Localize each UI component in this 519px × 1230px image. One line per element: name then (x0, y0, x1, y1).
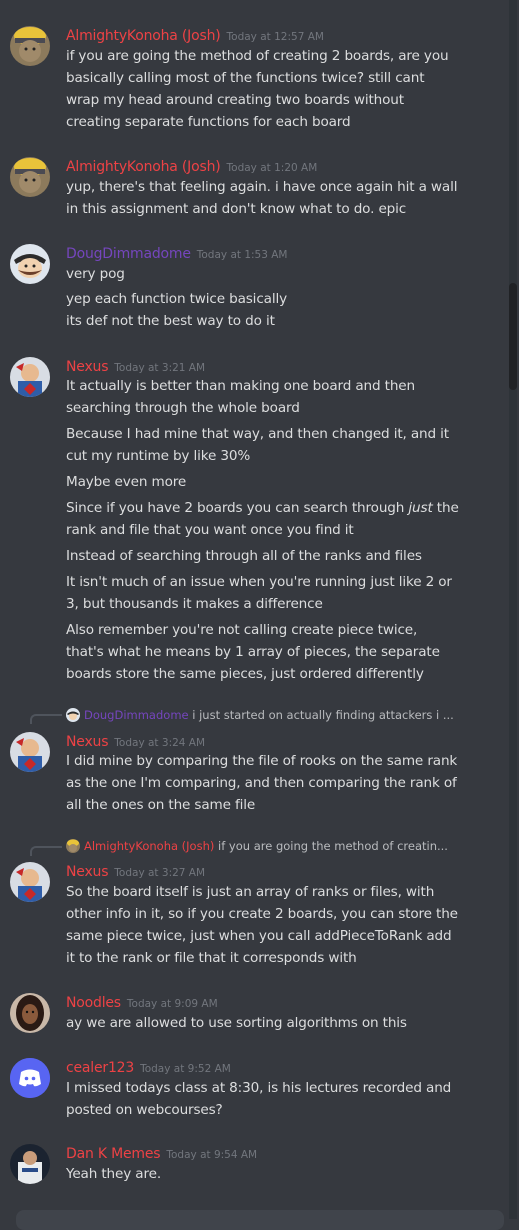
avatar[interactable] (10, 157, 50, 197)
avatar[interactable] (10, 1058, 50, 1098)
avatar[interactable] (10, 862, 50, 902)
reply-preview[interactable]: DougDimmadome i just started on actually… (66, 708, 454, 724)
discord-logo-icon (10, 1058, 50, 1098)
username[interactable]: Dan K Memes (66, 1146, 161, 1162)
scrollbar-track[interactable] (509, 0, 517, 1219)
avatar[interactable] (10, 26, 50, 66)
message-text: all the ones on the same file (66, 797, 256, 813)
message-header: cealer123 Today at 9:52 AM (66, 1057, 231, 1077)
message-text: posted on webcourses? (66, 1102, 223, 1118)
message-text: Instead of searching through all of the … (66, 548, 422, 564)
message-text: basically calling most of the functions … (66, 70, 425, 86)
message-text: rank and file that you want once you fin… (66, 522, 354, 538)
message-text: its def not the best way to do it (66, 313, 275, 329)
message-text: yup, there's that feeling again. i have … (66, 179, 458, 195)
message-text-part: Since if you have 2 boards you can searc… (66, 500, 409, 516)
timestamp: Today at 3:21 AM (114, 362, 206, 374)
username[interactable]: Nexus (66, 359, 108, 375)
message-text: It actually is better than making one bo… (66, 378, 415, 394)
reply-username[interactable]: AlmightyKonoha (Josh) (84, 839, 214, 853)
username[interactable]: AlmightyKonoha (Josh) (66, 28, 221, 44)
message-text: searching through the whole board (66, 400, 300, 416)
message-text: in this assignment and don't know what t… (66, 201, 407, 217)
timestamp: Today at 1:53 AM (196, 249, 288, 261)
reply-avatar (66, 839, 80, 853)
message-text-part: the (432, 500, 459, 516)
message-text: that's what he means by 1 array of piece… (66, 644, 440, 660)
scrollbar-thumb[interactable] (509, 283, 517, 390)
avatar[interactable] (10, 732, 50, 772)
message-header: AlmightyKonoha (Josh) Today at 12:57 AM (66, 25, 324, 45)
message-text: it to the rank or file that it correspon… (66, 950, 357, 966)
username[interactable]: cealer123 (66, 1060, 134, 1076)
timestamp: Today at 1:20 AM (226, 162, 318, 174)
username[interactable]: Nexus (66, 864, 108, 880)
timestamp: Today at 9:54 AM (166, 1149, 258, 1161)
message-text: cut my runtime by like 30% (66, 448, 251, 464)
message-header: AlmightyKonoha (Josh) Today at 1:20 AM (66, 156, 317, 176)
username[interactable]: DougDimmadome (66, 246, 191, 262)
avatar[interactable] (10, 357, 50, 397)
reply-avatar (66, 708, 80, 722)
message-text: 3, but thousands it makes a difference (66, 596, 323, 612)
message-text: Because I had mine that way, and then ch… (66, 426, 449, 442)
message-text: if you are going the method of creating … (66, 48, 449, 64)
message-text: Also remember you're not calling create … (66, 622, 418, 638)
reply-preview[interactable]: AlmightyKonoha (Josh) if you are going t… (66, 839, 448, 855)
message-text: Yeah they are. (66, 1166, 162, 1182)
message-text: very pog (66, 266, 125, 282)
username[interactable]: AlmightyKonoha (Josh) (66, 159, 221, 175)
message-composer[interactable] (16, 1210, 504, 1230)
message-text-italic: just (408, 500, 433, 516)
reply-spine (30, 714, 62, 724)
avatar[interactable] (10, 993, 50, 1033)
message-text: Since if you have 2 boards you can searc… (66, 497, 466, 519)
message-header: Nexus Today at 3:21 AM (66, 356, 205, 376)
message-header: Nexus Today at 3:24 AM (66, 731, 205, 751)
timestamp: Today at 3:24 AM (114, 737, 206, 749)
timestamp: Today at 12:57 AM (226, 31, 324, 43)
username[interactable]: Noodles (66, 995, 121, 1011)
message-text: other info in it, so if you create 2 boa… (66, 906, 458, 922)
timestamp: Today at 3:27 AM (114, 867, 206, 879)
message-header: Noodles Today at 9:09 AM (66, 992, 218, 1012)
message-text: as the one I'm comparing, and then compa… (66, 775, 457, 791)
timestamp: Today at 9:09 AM (126, 998, 218, 1010)
reply-text: i just started on actually finding attac… (192, 708, 454, 722)
avatar[interactable] (10, 244, 50, 284)
avatar[interactable] (10, 1144, 50, 1184)
message-text: It isn't much of an issue when you're ru… (66, 574, 452, 590)
message-header: DougDimmadome Today at 1:53 AM (66, 243, 288, 263)
message-text: yep each function twice basically (66, 291, 287, 307)
username[interactable]: Nexus (66, 734, 108, 750)
message-text: So the board itself is just an array of … (66, 884, 435, 900)
message-text: wrap my head around creating two boards … (66, 92, 404, 108)
reply-text: if you are going the method of creatin..… (218, 839, 448, 853)
message-text: Maybe even more (66, 474, 187, 490)
message-text: I did mine by comparing the file of rook… (66, 753, 458, 769)
message-header: Dan K Memes Today at 9:54 AM (66, 1143, 257, 1163)
message-text: same piece twice, just when you call add… (66, 928, 452, 944)
message-text: ay we are allowed to use sorting algorit… (66, 1015, 407, 1031)
chat-messages: AlmightyKonoha (Josh) Today at 12:57 AM i… (0, 0, 506, 1219)
message-text: creating separate functions for each boa… (66, 114, 351, 130)
reply-username[interactable]: DougDimmadome (84, 708, 189, 722)
reply-spine (30, 846, 62, 856)
message-header: Nexus Today at 3:27 AM (66, 861, 205, 881)
timestamp: Today at 9:52 AM (140, 1063, 231, 1075)
message-text: I missed todays class at 8:30, is his le… (66, 1080, 452, 1096)
message-text: boards store the same pieces, just order… (66, 666, 424, 682)
